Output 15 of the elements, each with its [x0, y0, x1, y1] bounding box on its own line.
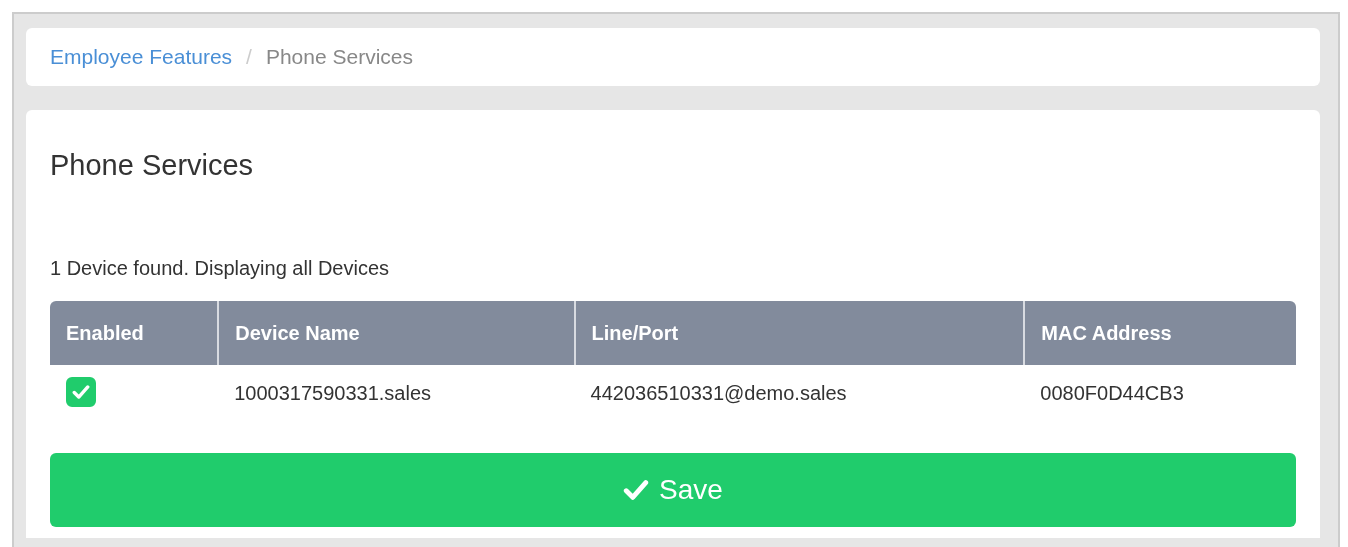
- column-header: MAC Address: [1024, 300, 1296, 365]
- breadcrumb-separator: /: [246, 44, 252, 71]
- table-cell: 0080F0D44CB3: [1024, 364, 1296, 421]
- breadcrumb-link[interactable]: Employee Features: [50, 41, 233, 73]
- column-header: Device Name: [218, 300, 575, 365]
- check-icon: [72, 382, 90, 401]
- column-header: Line/Port: [574, 300, 1025, 365]
- result-summary: 1 Device found. Displaying all Devices: [50, 255, 391, 281]
- enabled-checkbox[interactable]: [66, 376, 96, 407]
- breadcrumb-current: Phone Services: [265, 44, 414, 71]
- column-header: Enabled: [50, 300, 219, 365]
- table-cell: 1000317590331.sales: [218, 364, 575, 421]
- save-button[interactable]: Save: [50, 452, 1296, 527]
- table-cell: 442036510331@demo.sales: [574, 364, 1025, 421]
- page-title: Phone Services: [50, 148, 255, 183]
